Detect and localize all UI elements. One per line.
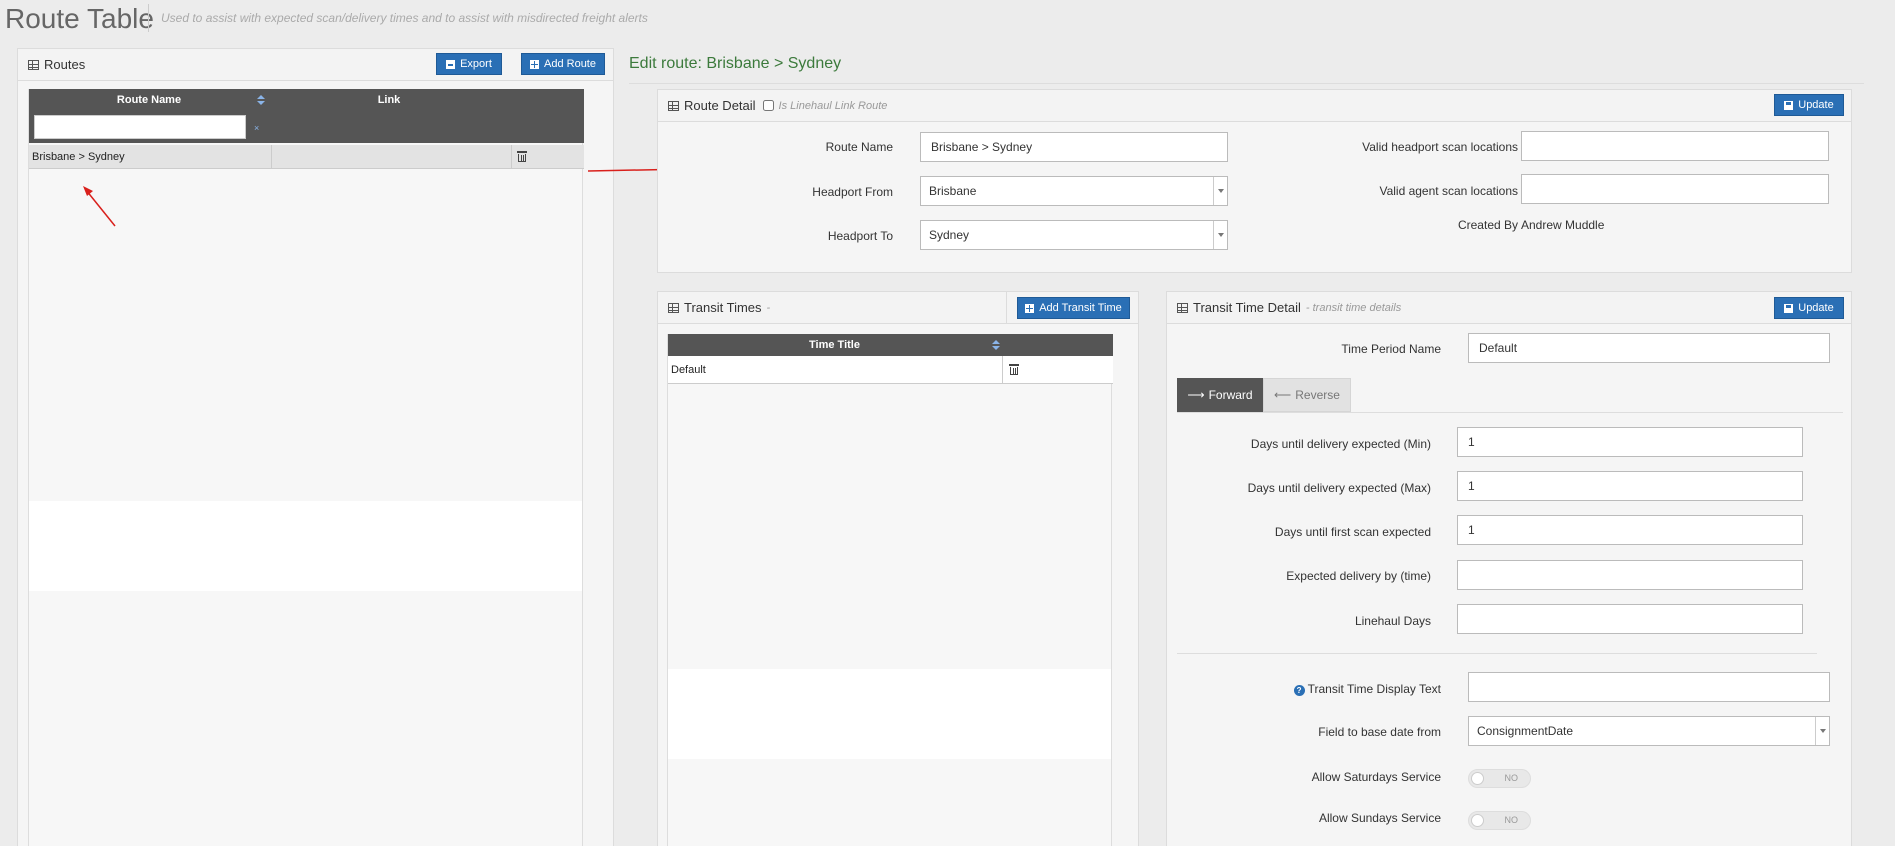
- table-row[interactable]: Default: [668, 356, 1113, 384]
- chevron-down-icon: [1213, 221, 1227, 249]
- display-text-input[interactable]: [1468, 672, 1830, 702]
- display-text-label: ? Transit Time Display Text: [1207, 682, 1441, 696]
- time-title-cell: Default: [671, 363, 706, 376]
- help-icon[interactable]: ?: [1293, 685, 1305, 696]
- transit-times-title: Transit Times: [684, 300, 762, 315]
- transit-detail-title: Transit Time Detail: [1193, 300, 1301, 315]
- sunday-toggle[interactable]: NO: [1468, 811, 1531, 830]
- route-detail-header: Route Detail Is Linehaul Link Route Upda…: [658, 90, 1851, 122]
- max-days-input[interactable]: 1: [1457, 471, 1803, 501]
- valid-headport-input[interactable]: [1521, 131, 1829, 161]
- transit-times-header: Transit Times - Add Transit Time: [658, 292, 1138, 324]
- min-days-label: Days until delivery expected (Min): [1250, 437, 1431, 451]
- route-detail-update-button[interactable]: Update: [1774, 94, 1844, 116]
- plus-icon: [1025, 303, 1035, 313]
- headport-to-select[interactable]: Sydney: [920, 220, 1228, 250]
- headport-to-label: Headport To: [827, 229, 893, 243]
- expected-time-label: Expected delivery by (time): [1286, 569, 1431, 583]
- annotation-arrowhead-up: [83, 186, 93, 196]
- transit-detail-header: Transit Time Detail - transit time detai…: [1167, 292, 1851, 324]
- save-icon: [1784, 100, 1794, 110]
- sunday-label: Allow Sundays Service: [1318, 811, 1441, 825]
- linehaul-link-label: Is Linehaul Link Route: [778, 99, 888, 112]
- valid-agent-input[interactable]: [1521, 174, 1829, 204]
- saturday-toggle[interactable]: NO: [1468, 769, 1531, 788]
- annotation-arrow-up: [85, 189, 116, 227]
- transit-times-panel: Transit Times - Add Transit Time Time Ti…: [657, 291, 1139, 846]
- chevron-down-icon: [1815, 717, 1829, 745]
- transit-times-title-suffix: -: [766, 301, 771, 314]
- save-icon: [1784, 303, 1794, 313]
- route-name-input[interactable]: Brisbane > Sydney: [920, 132, 1228, 162]
- base-date-label: Field to base date from: [1318, 725, 1441, 739]
- created-by-value: Andrew Muddle: [1521, 218, 1605, 232]
- min-days-input[interactable]: 1: [1457, 427, 1803, 457]
- route-name-label: Route Name: [825, 140, 893, 154]
- expected-time-input[interactable]: [1457, 560, 1803, 590]
- created-by-label: Created By: [1457, 218, 1518, 232]
- base-date-select[interactable]: ConsignmentDate: [1468, 716, 1830, 746]
- transit-times-grid: Time Title Default: [667, 334, 1113, 846]
- tab-forward[interactable]: ⟶ Forward: [1177, 378, 1263, 412]
- linehaul-link-checkbox[interactable]: [762, 100, 774, 111]
- max-days-label: Days until delivery expected (Max): [1247, 481, 1431, 495]
- delete-transit-time-icon[interactable]: [1009, 364, 1019, 376]
- add-transit-time-button[interactable]: Add Transit Time: [1017, 297, 1130, 319]
- valid-headport-label: Valid headport scan locations: [1362, 140, 1518, 154]
- table-icon: [668, 100, 679, 111]
- route-detail-panel: Route Detail Is Linehaul Link Route Upda…: [657, 89, 1852, 273]
- tab-reverse[interactable]: ⟵ Reverse: [1263, 378, 1351, 412]
- first-scan-label: Days until first scan expected: [1274, 525, 1431, 539]
- time-period-name-input[interactable]: Default: [1468, 333, 1830, 363]
- arrow-right-icon: ⟶: [1187, 388, 1205, 402]
- linehaul-days-input[interactable]: [1457, 604, 1803, 634]
- transit-detail-subtitle: - transit time details: [1305, 301, 1402, 314]
- route-detail-title: Route Detail: [684, 98, 756, 113]
- grid-empty-band: [668, 669, 1111, 759]
- headport-from-select[interactable]: Brisbane: [920, 176, 1228, 206]
- linehaul-days-label: Linehaul Days: [1354, 614, 1431, 628]
- transit-times-grid-header: Time Title: [668, 334, 1113, 356]
- valid-agent-label: Valid agent scan locations: [1379, 184, 1518, 198]
- table-icon: [668, 302, 679, 313]
- sort-icon[interactable]: [992, 340, 1000, 350]
- column-time-title[interactable]: Time Title: [668, 334, 1001, 356]
- transit-time-detail-panel: Transit Time Detail - transit time detai…: [1166, 291, 1852, 846]
- edit-route-heading: Edit route: Brisbane > Sydney: [629, 55, 842, 72]
- first-scan-input[interactable]: 1: [1457, 515, 1803, 545]
- headport-from-label: Headport From: [812, 185, 893, 199]
- saturday-label: Allow Saturdays Service: [1311, 770, 1441, 784]
- arrow-left-icon: ⟵: [1274, 388, 1292, 402]
- transit-detail-update-button[interactable]: Update: [1774, 297, 1844, 319]
- chevron-down-icon: [1213, 177, 1227, 205]
- edit-heading-underline: [629, 83, 1864, 84]
- time-period-name-label: Time Period Name: [1341, 342, 1441, 356]
- table-icon: [1177, 302, 1188, 313]
